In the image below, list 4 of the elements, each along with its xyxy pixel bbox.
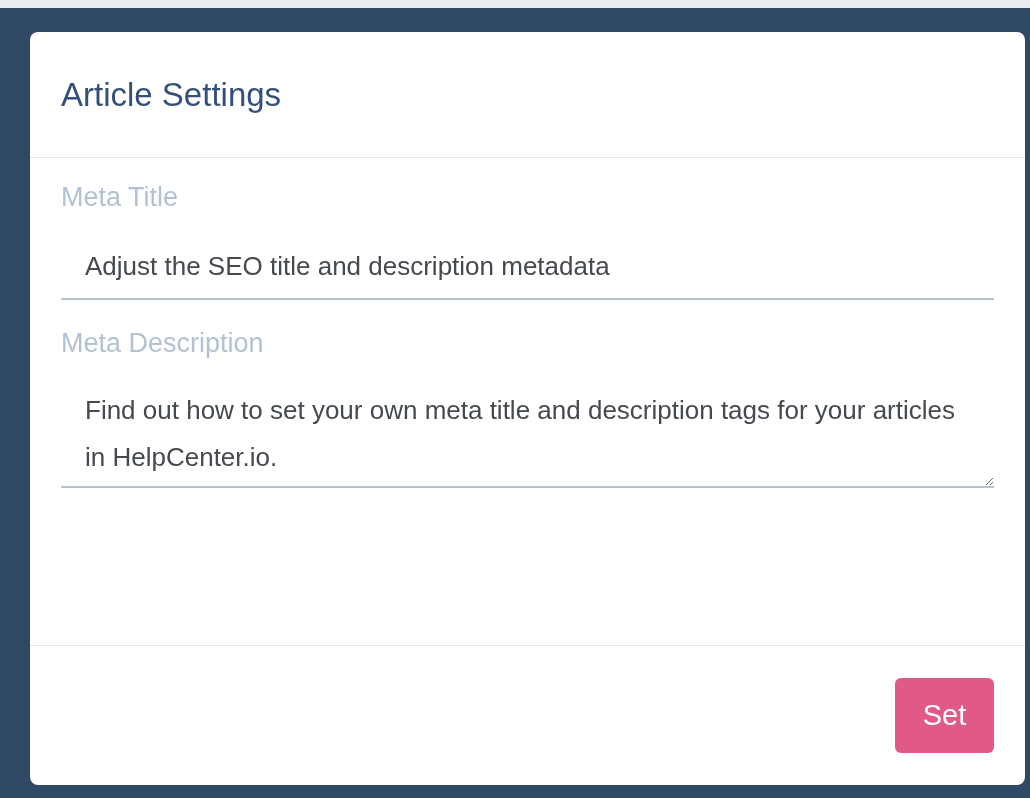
field-label: Meta Description (61, 328, 264, 359)
dialog-title: Article Settings (61, 75, 282, 114)
field-label: Meta Title (61, 182, 179, 213)
set-button[interactable]: Set (895, 678, 994, 753)
